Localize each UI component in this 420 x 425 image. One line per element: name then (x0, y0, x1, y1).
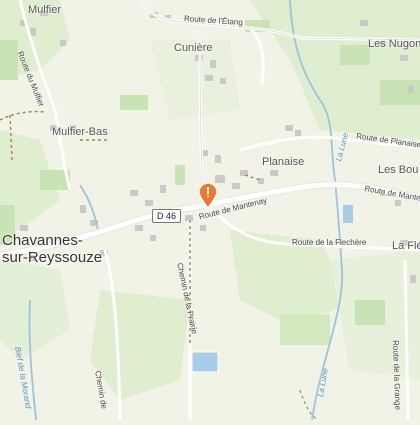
place-label-les-bou: Les Bou (378, 164, 419, 176)
place-label-cuniere: Cunière (174, 42, 213, 54)
town-label-chavannes-2: sur-Reyssouze (2, 249, 103, 266)
place-label-la-fle: La Flé (392, 240, 420, 252)
place-label-mulfier-bas: Mulfier-Bas (52, 126, 108, 138)
place-label-planaise: Planaise (262, 156, 305, 168)
place-label-les-nugon: Les Nugon (368, 38, 420, 50)
map-pin-icon[interactable] (198, 182, 218, 214)
road-shield-d46: D 46 (152, 209, 182, 223)
town-label-chavannes-1: Chavannes- (2, 232, 83, 249)
map-canvas[interactable]: Mulfier Cunière Les Nugon Mulfier-Bas Pl… (0, 0, 420, 421)
road-label-route-flechere: Route de la Flechère (292, 238, 367, 247)
place-label-mulfier: Mulfier (28, 4, 62, 16)
